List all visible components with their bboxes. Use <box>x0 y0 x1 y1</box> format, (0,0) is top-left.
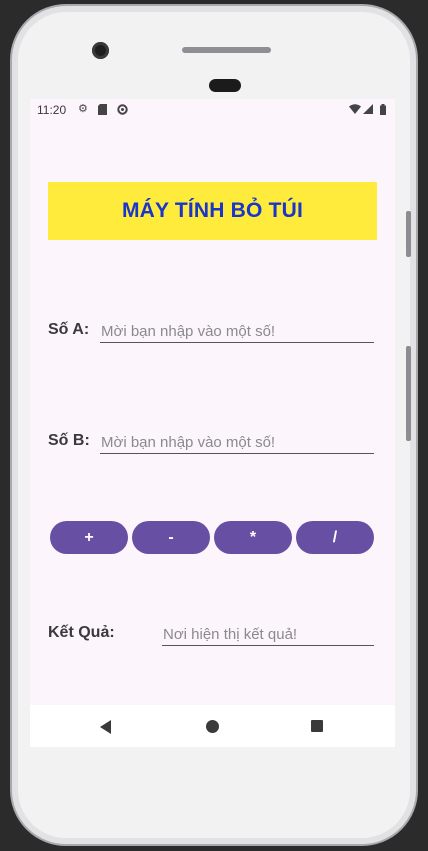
number-a-label: Số A: <box>48 321 90 338</box>
recent-apps-icon[interactable] <box>311 720 323 732</box>
proximity-sensor <box>209 79 241 92</box>
battery-icon <box>380 104 386 118</box>
signal-icon <box>363 104 373 117</box>
result-label: Kết Quả: <box>48 624 115 641</box>
subtract-button[interactable]: - <box>132 521 210 554</box>
sync-icon <box>117 104 128 118</box>
navigation-bar <box>30 705 395 747</box>
power-button <box>406 211 411 257</box>
page-title: MÁY TÍNH BỎ TÚI <box>121 199 304 222</box>
add-button[interactable]: + <box>50 521 128 554</box>
title-banner: MÁY TÍNH BỎ TÚI <box>48 182 377 240</box>
number-b-input[interactable] <box>100 431 374 454</box>
result-field <box>162 623 374 646</box>
volume-button <box>406 346 411 441</box>
number-a-input[interactable] <box>100 320 374 343</box>
home-icon[interactable] <box>206 720 219 733</box>
multiply-button[interactable]: * <box>214 521 292 554</box>
status-bar: 11:20 ⚙ <box>30 99 395 121</box>
front-camera <box>92 42 109 59</box>
divide-button[interactable]: / <box>296 521 374 554</box>
wifi-icon <box>349 104 361 117</box>
number-b-label: Số B: <box>48 432 90 449</box>
earpiece-speaker <box>182 47 271 53</box>
sd-card-icon <box>98 104 107 118</box>
back-icon[interactable] <box>100 720 111 734</box>
gear-icon: ⚙ <box>78 103 88 115</box>
app-screen: 11:20 ⚙ MÁY TÍNH BỎ TÚI Số A: Số B: + - … <box>30 99 395 747</box>
status-time: 11:20 <box>37 103 67 117</box>
